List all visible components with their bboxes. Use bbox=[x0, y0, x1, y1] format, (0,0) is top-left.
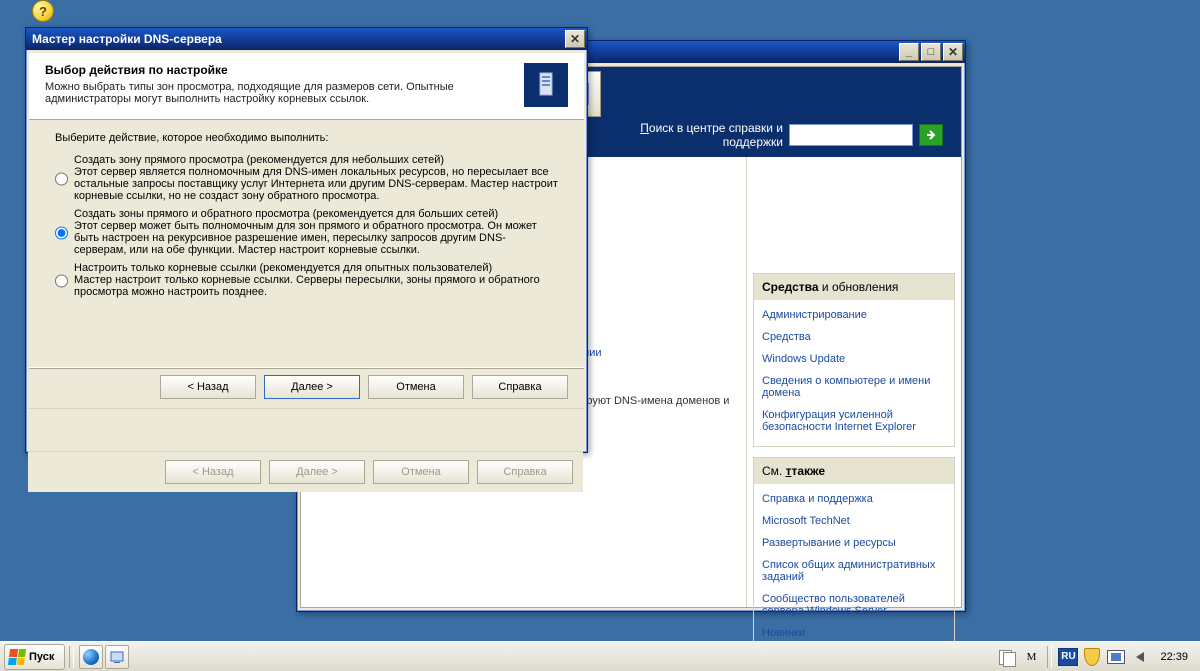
search-label-line1-rest: оиск в центре справки и bbox=[649, 121, 783, 135]
side-link[interactable]: Средства bbox=[762, 331, 811, 343]
wizard-option-radio[interactable] bbox=[55, 264, 68, 298]
language-indicator[interactable]: RU bbox=[1057, 646, 1079, 668]
cancel-button[interactable]: Отмена bbox=[368, 375, 464, 399]
back-button[interactable]: < Назад bbox=[160, 375, 256, 399]
wizard-title: Мастер настройки DNS-сервера bbox=[32, 32, 222, 46]
m-indicator-label: М bbox=[1027, 651, 1037, 663]
parent-wizard-buttons: < Назад Далее > Отмена Справка bbox=[28, 451, 583, 492]
wizard-heading: Выбор действия по настройке bbox=[45, 63, 514, 77]
tray-volume-icon[interactable] bbox=[1129, 646, 1151, 668]
taskbar[interactable]: Пуск М RU 22:39 bbox=[0, 641, 1200, 671]
cancel-button-disabled: Отмена bbox=[373, 460, 469, 484]
taskbar-separator bbox=[69, 646, 74, 668]
tools-panel: Средства и обновления Администрирование С… bbox=[753, 273, 955, 447]
search-label-accel: П bbox=[640, 121, 649, 135]
wizard-subheading: Можно выбрать типы зон просмотра, подход… bbox=[45, 81, 514, 105]
search-row: Поиск в центре справки и поддержки bbox=[640, 121, 943, 149]
side-link[interactable]: Сообщество пользователей сервера Windows… bbox=[762, 593, 905, 617]
system-tray: М RU 22:39 bbox=[995, 646, 1196, 668]
back-button-disabled: < Назад bbox=[165, 460, 261, 484]
side-link[interactable]: Развертывание и ресурсы bbox=[762, 537, 896, 549]
wizard-header: Выбор действия по настройке Можно выбрат… bbox=[29, 53, 584, 120]
search-label: Поиск в центре справки и поддержки bbox=[640, 121, 783, 149]
see-also-head: См. ттакже bbox=[754, 458, 954, 484]
dns-wizard-window: Мастер настройки DNS-сервера ✕ Выбор дей… bbox=[25, 27, 588, 453]
next-button[interactable]: Далее > bbox=[264, 375, 360, 399]
side-link[interactable]: Microsoft TechNet bbox=[762, 515, 850, 527]
search-input[interactable] bbox=[789, 124, 913, 146]
tools-head-bold: Средства bbox=[762, 280, 819, 294]
help-button[interactable]: Справка bbox=[472, 375, 568, 399]
speaker-icon bbox=[1136, 652, 1144, 662]
tools-head-rest: и обновления bbox=[819, 280, 899, 294]
close-button[interactable]: ✕ bbox=[943, 43, 963, 61]
search-go-button[interactable] bbox=[919, 124, 943, 146]
minimize-button[interactable]: _ bbox=[899, 43, 919, 61]
maximize-button[interactable]: □ bbox=[921, 43, 941, 61]
wizard-close-button[interactable]: ✕ bbox=[565, 30, 585, 48]
network-icon bbox=[1107, 650, 1125, 664]
wizard-option[interactable]: Создать зону прямого просмотра (рекоменд… bbox=[55, 154, 558, 202]
wizard-lower-strip bbox=[29, 408, 584, 449]
side-link[interactable]: Конфигурация усиленной безопасности Inte… bbox=[762, 409, 916, 433]
tray-m-indicator[interactable]: М bbox=[1020, 646, 1042, 668]
server-icon bbox=[524, 63, 568, 107]
help-right-column: Средства и обновления Администрирование С… bbox=[746, 157, 961, 607]
quicklaunch-desktop-icon[interactable] bbox=[105, 645, 129, 669]
wizard-option-radio[interactable] bbox=[55, 156, 68, 202]
start-label: Пуск bbox=[29, 651, 54, 663]
side-link[interactable]: Windows Update bbox=[762, 353, 845, 365]
quicklaunch-ie-icon[interactable] bbox=[79, 645, 103, 669]
wizard-option[interactable]: Создать зоны прямого и обратного просмот… bbox=[55, 208, 558, 256]
windows-flag-icon bbox=[8, 649, 26, 665]
wizard-option-radio[interactable] bbox=[55, 210, 68, 256]
side-link[interactable]: Новинки bbox=[762, 627, 805, 639]
documents-icon bbox=[999, 650, 1015, 664]
shield-icon bbox=[1084, 648, 1100, 666]
wizard-prompt: Выберите действие, которое необходимо вы… bbox=[55, 132, 558, 144]
side-link[interactable]: Справка и поддержка bbox=[762, 493, 873, 505]
wizard-option[interactable]: Настроить только корневые ссылки (рекоме… bbox=[55, 262, 558, 298]
wizard-option-text: Настроить только корневые ссылки (рекоме… bbox=[74, 262, 558, 298]
taskbar-clock[interactable]: 22:39 bbox=[1152, 651, 1196, 663]
wizard-option-text: Создать зону прямого просмотра (рекоменд… bbox=[74, 154, 558, 202]
help-icon-glyph: ? bbox=[39, 4, 47, 19]
language-badge: RU bbox=[1058, 648, 1078, 666]
tools-panel-head: Средства и обновления bbox=[754, 274, 954, 300]
wizard-button-row: < Назад Далее > Отмена Справка bbox=[29, 367, 584, 407]
tray-security-icon[interactable] bbox=[1081, 646, 1103, 668]
see-also-head-rest: также bbox=[791, 464, 825, 478]
tray-separator bbox=[1047, 646, 1052, 668]
wizard-body: Выбор действия по настройке Можно выбрат… bbox=[29, 53, 584, 449]
help-icon[interactable]: ? bbox=[32, 0, 54, 22]
see-also-panel: См. ттакже Справка и поддержка Microsoft … bbox=[753, 457, 955, 653]
see-also-head-plain: См. bbox=[762, 464, 786, 478]
search-label-line2: поддержки bbox=[723, 135, 783, 149]
tray-docs-icon[interactable] bbox=[996, 646, 1018, 668]
globe-icon bbox=[83, 649, 99, 665]
next-button-disabled: Далее > bbox=[269, 460, 365, 484]
start-button[interactable]: Пуск bbox=[4, 644, 65, 670]
side-link[interactable]: Список общих административных заданий bbox=[762, 559, 935, 583]
side-link[interactable]: Администрирование bbox=[762, 309, 867, 321]
tray-network-icon[interactable] bbox=[1105, 646, 1127, 668]
help-button-disabled: Справка bbox=[477, 460, 573, 484]
side-link[interactable]: Сведения о компьютере и имени домена bbox=[762, 375, 930, 399]
wizard-titlebar[interactable]: Мастер настройки DNS-сервера ✕ bbox=[26, 28, 587, 50]
wizard-option-text: Создать зоны прямого и обратного просмот… bbox=[74, 208, 558, 256]
